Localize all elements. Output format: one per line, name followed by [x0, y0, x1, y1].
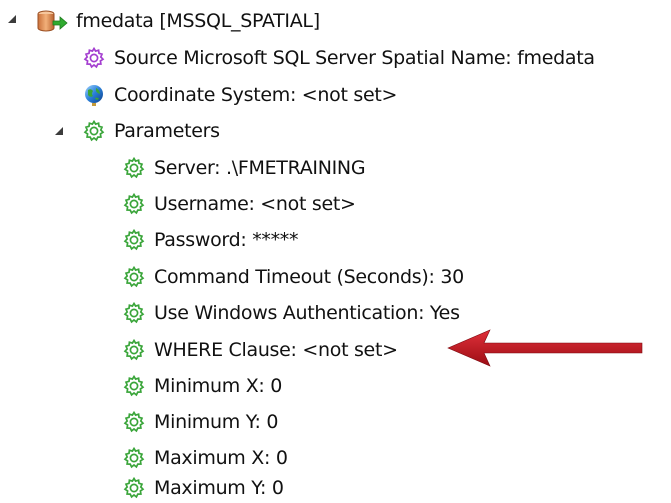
source-name-label: Source Microsoft SQL Server Spatial Name…	[114, 47, 595, 69]
coordinate-system-label: Coordinate System: <not set>	[114, 84, 398, 106]
green-gear-icon	[122, 410, 146, 434]
root-node-label: fmedata [MSSQL_SPATIAL]	[76, 10, 320, 32]
red-arrow-icon	[447, 329, 643, 367]
green-gear-icon	[122, 446, 146, 470]
parameter-label: Maximum Y: 0	[154, 477, 284, 499]
tree-item-coordinate-system[interactable]: Coordinate System: <not set>	[82, 80, 397, 110]
parameter-label: Minimum Y: 0	[154, 411, 279, 433]
parameter-item-where-clause[interactable]: WHERE Clause: <not set>	[122, 335, 398, 365]
database-reader-icon	[36, 9, 68, 33]
green-gear-icon	[82, 119, 106, 143]
globe-icon	[82, 83, 106, 107]
parameter-item-minimum-y[interactable]: Minimum Y: 0	[122, 407, 278, 437]
parameter-label: Use Windows Authentication: Yes	[154, 302, 460, 324]
parameter-item-minimum-x[interactable]: Minimum X: 0	[122, 371, 282, 401]
parameters-label: Parameters	[114, 120, 220, 142]
parameter-label: Server: .\FMETRAINING	[154, 157, 366, 179]
parameter-label: Username: <not set>	[154, 193, 356, 215]
parameter-label: Minimum X: 0	[154, 375, 283, 397]
expand-collapse-toggle-icon[interactable]	[54, 126, 64, 136]
expand-collapse-toggle-icon[interactable]	[7, 14, 17, 24]
parameter-item-username[interactable]: Username: <not set>	[122, 189, 356, 219]
parameter-label: Password: *****	[154, 229, 299, 251]
parameter-item-maximum-x[interactable]: Maximum X: 0	[122, 443, 288, 473]
tree-item-source-name[interactable]: Source Microsoft SQL Server Spatial Name…	[82, 43, 595, 73]
parameter-item-windows-auth[interactable]: Use Windows Authentication: Yes	[122, 298, 460, 328]
parameter-item-password[interactable]: Password: *****	[122, 225, 299, 255]
parameter-item-maximum-y[interactable]: Maximum Y: 0	[122, 473, 284, 503]
parameter-label: Maximum X: 0	[154, 447, 288, 469]
green-gear-icon	[122, 338, 146, 362]
purple-gear-icon	[82, 46, 106, 70]
parameter-item-command-timeout[interactable]: Command Timeout (Seconds): 30	[122, 262, 464, 292]
green-gear-icon	[122, 374, 146, 398]
parameter-label: WHERE Clause: <not set>	[154, 339, 398, 361]
green-gear-icon	[122, 265, 146, 289]
parameter-item-server[interactable]: Server: .\FMETRAINING	[122, 153, 366, 183]
green-gear-icon	[122, 156, 146, 180]
green-gear-icon	[122, 192, 146, 216]
green-gear-icon	[122, 228, 146, 252]
green-gear-icon	[122, 301, 146, 325]
green-gear-icon	[122, 476, 146, 500]
parameter-label: Command Timeout (Seconds): 30	[154, 266, 464, 288]
